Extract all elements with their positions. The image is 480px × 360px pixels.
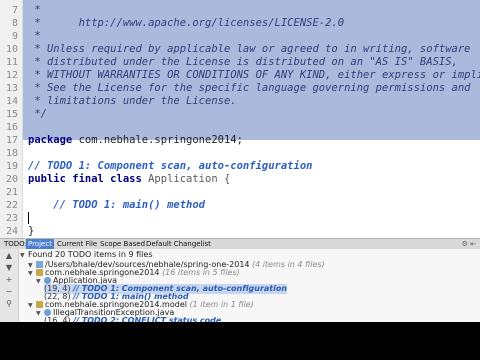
folder-icon (36, 261, 43, 268)
todo-summary: ▼ Found 20 TODO items in 9 files (20, 250, 153, 261)
code-text[interactable]: } (24, 224, 480, 238)
chevron-down-icon[interactable]: ▼ (28, 269, 36, 279)
code-line[interactable]: 24} (0, 224, 480, 238)
chevron-down-icon[interactable]: ▼ (28, 301, 36, 311)
todo-panel-toolbar: ▲ ▼ + − ⚲ (0, 249, 19, 322)
java-file-icon (44, 309, 51, 316)
text-caret (28, 212, 29, 224)
line-number: 24 (5, 226, 18, 237)
item-count: (16 items in 5 files) (162, 268, 240, 277)
package-icon (36, 269, 43, 276)
chevron-down-icon[interactable]: ▼ (36, 277, 44, 287)
package-icon (36, 301, 43, 308)
todo-panel: ▲ ▼ + − ⚲ ▼ Found 20 TODO items in 9 file… (0, 249, 480, 322)
item-count: (1 item in 1 file) (189, 300, 254, 309)
filter-icon[interactable]: ⚲ (4, 299, 14, 308)
java-file-icon (44, 277, 51, 284)
item-count: (4 items in 4 files) (252, 260, 325, 269)
ide-window: 7 * 8 * http://www.apache.org/licenses/LI… (0, 0, 480, 322)
code-editor[interactable]: 7 * 8 * http://www.apache.org/licenses/LI… (0, 0, 480, 238)
up-arrow-icon[interactable]: ▲ (4, 251, 14, 260)
down-arrow-icon[interactable]: ▼ (4, 263, 14, 272)
chevron-down-icon[interactable]: ▼ (20, 251, 28, 261)
expand-icon[interactable]: + (4, 275, 14, 284)
collapse-icon[interactable]: − (4, 287, 14, 296)
chevron-down-icon[interactable]: ▼ (36, 309, 44, 319)
letterbox-bar (0, 322, 480, 360)
